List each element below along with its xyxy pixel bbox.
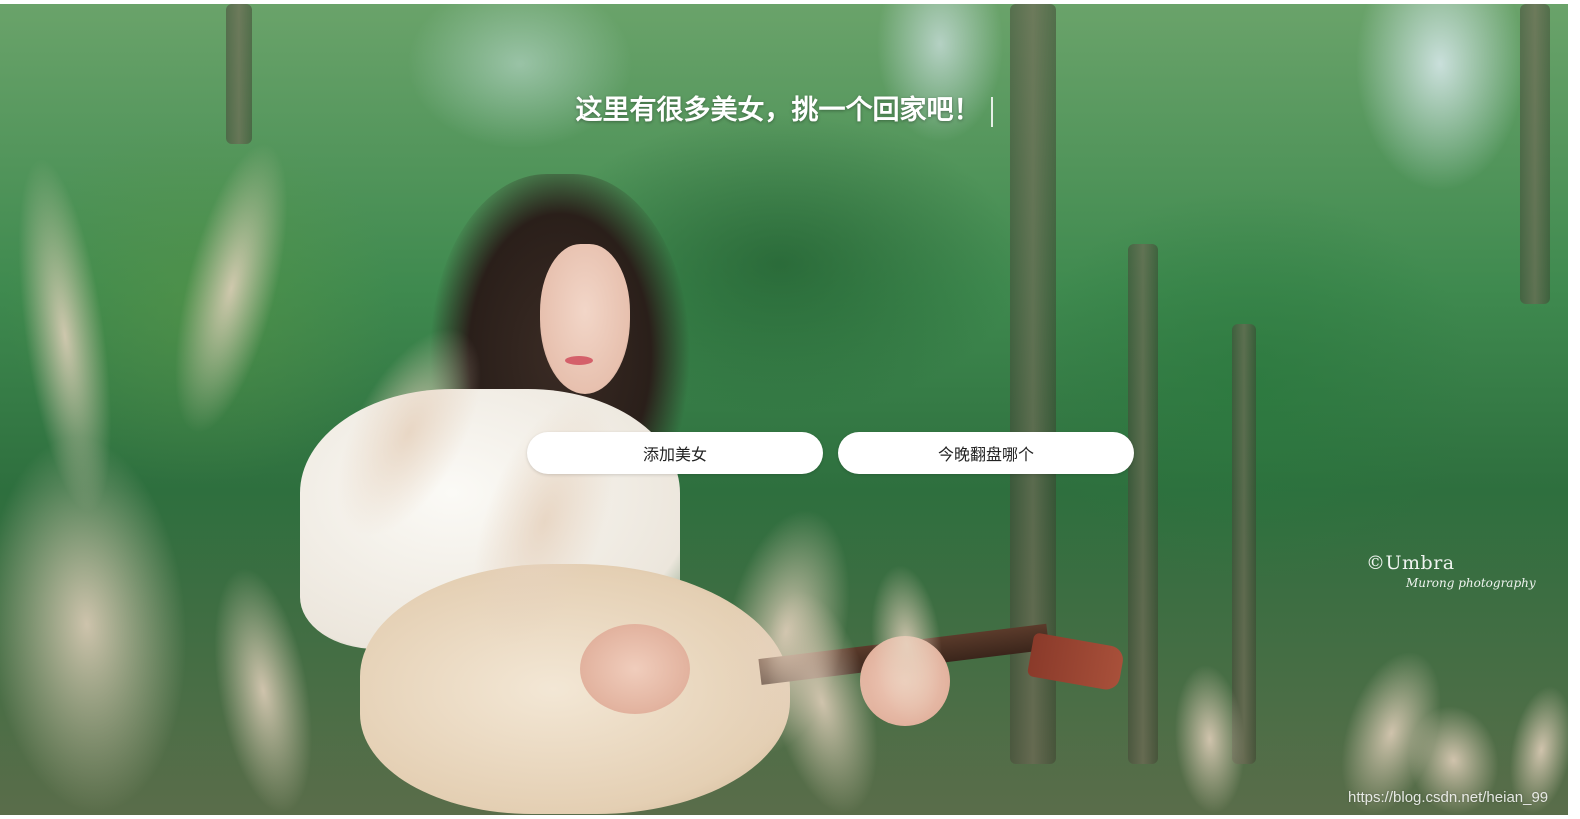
person-face <box>540 244 630 394</box>
typing-cursor <box>990 96 993 127</box>
tree-trunk <box>1128 244 1158 764</box>
photo-credit-subtitle: Murong photography <box>1406 576 1536 590</box>
grass-plume <box>151 132 312 445</box>
add-beauty-button[interactable]: 添加美女 <box>527 432 823 474</box>
person-lips <box>565 356 593 365</box>
page-headline: 这里有很多美女，挑一个回家吧！ <box>0 88 1568 127</box>
grass-plume <box>0 427 200 815</box>
headline-text: 这里有很多美女，挑一个回家吧！ <box>575 95 981 126</box>
page: ©Umbra Murong photography 这里有很多美女，挑一个回家吧… <box>0 4 1568 815</box>
tree-trunk <box>1520 4 1550 304</box>
pick-tonight-button[interactable]: 今晚翻盘哪个 <box>838 432 1134 474</box>
photo-credit-name: ©Umbra <box>1366 552 1455 574</box>
site-watermark: https://blog.csdn.net/heian_99 <box>1348 789 1549 806</box>
photo-credit: ©Umbra Murong photography <box>1366 552 1536 590</box>
person-hand <box>580 624 690 714</box>
